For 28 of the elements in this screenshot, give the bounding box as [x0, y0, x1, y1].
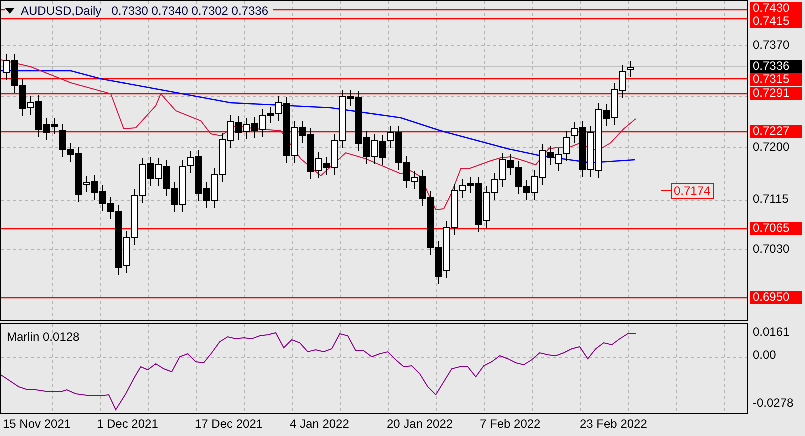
level-price-label: 0.7065: [750, 222, 802, 235]
price-tick-label: 0.7115: [752, 193, 790, 206]
level-price-label: 0.7415: [750, 15, 802, 28]
level-price-label: 0.7315: [750, 73, 802, 86]
chart-symbol: AUDUSD,Daily: [21, 4, 102, 18]
dropdown-triangle-icon[interactable]: [5, 8, 15, 14]
indicator-tick-label: 0.0161: [753, 326, 790, 339]
indicator-tick-label: -0.0278: [753, 397, 794, 410]
price-tick-label: 0.7370: [752, 39, 791, 52]
date-label: 7 Feb 2022: [480, 417, 541, 431]
level-price-label: 0.6950: [750, 291, 802, 304]
price-label: 0.7174: [671, 183, 714, 199]
leader-line: [660, 190, 672, 192]
level-price-label: 0.7227: [750, 125, 802, 138]
ohlc-values: 0.7330 0.7340 0.7302 0.7336: [112, 4, 269, 18]
date-label: 4 Jan 2022: [290, 417, 350, 431]
price-tick-label: 0.7030: [752, 243, 791, 256]
current-price-label: 0.7336: [750, 60, 802, 73]
date-label: 20 Jan 2022: [387, 417, 454, 431]
indicator-name: Marlin 0.0128: [7, 330, 80, 344]
date-label: 1 Dec 2021: [97, 417, 158, 431]
level-price-label: 0.7430: [750, 2, 802, 15]
level-price-label: 0.7291: [750, 87, 802, 100]
date-label: 17 Dec 2021: [195, 417, 264, 431]
date-label: 15 Nov 2021: [3, 417, 72, 431]
price-tick-label: 0.7200: [752, 141, 791, 154]
date-label: 23 Feb 2022: [580, 417, 648, 431]
indicator-tick-label: 0.00: [753, 349, 776, 362]
